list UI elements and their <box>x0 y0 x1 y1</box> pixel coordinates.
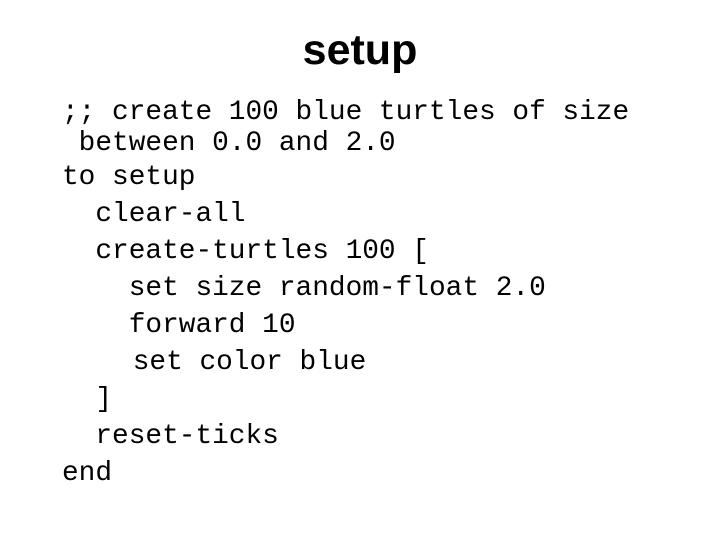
code-line-procedure-start: to setup <box>62 162 196 193</box>
code-line-end: end <box>62 458 113 489</box>
code-line-create-turtles: create-turtles 100 [ <box>62 236 429 267</box>
code-comment-line: ;; create 100 blue turtles of size <box>62 97 630 128</box>
code-line-clear-all: clear-all <box>62 199 246 230</box>
code-comment-continuation: between 0.0 and 2.0 <box>62 128 396 159</box>
code-line-set-size: set size random-float 2.0 <box>62 273 546 304</box>
code-line-forward: forward 10 <box>62 310 296 341</box>
code-line-close-bracket: ] <box>62 384 113 415</box>
code-block: ;; create 100 blue turtles of size betwe… <box>62 96 629 492</box>
slide-title: setup <box>302 26 418 74</box>
code-line-set-color: set color blue <box>66 347 367 378</box>
code-line-reset-ticks: reset-ticks <box>62 421 279 452</box>
